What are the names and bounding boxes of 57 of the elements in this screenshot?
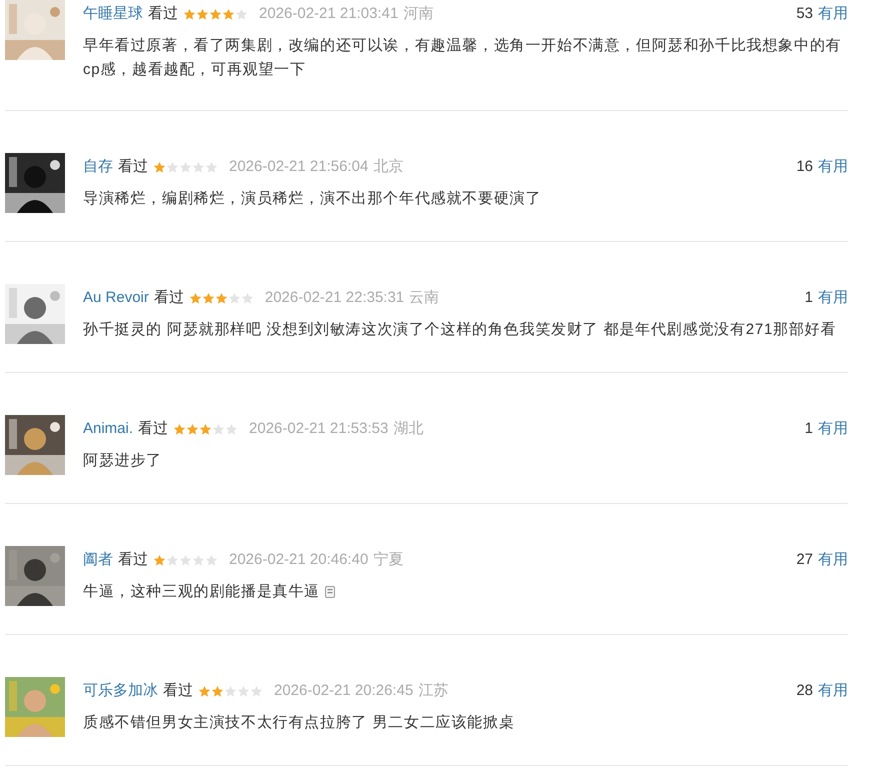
comment-text: 早年看过原著，看了两集剧，改编的还可以诶，有趣温馨，选角一开始不满意，但阿瑟和孙千比我想象中的有cp感，越看越配，可再观望一下 (83, 37, 842, 78)
filled-star-icon (214, 292, 228, 304)
useful-link[interactable]: 有用 (818, 286, 848, 310)
user-name-link[interactable]: 自存 (83, 156, 113, 178)
location: 湖北 (393, 418, 424, 439)
vote-count: 53 (796, 4, 813, 24)
filled-star-icon (188, 292, 202, 304)
filled-star-icon (222, 8, 235, 20)
user-name-link[interactable]: 可乐多加冰 (83, 680, 158, 702)
location: 宁夏 (373, 550, 404, 570)
user-name-link[interactable]: 午睡星球 (83, 2, 143, 26)
vote-count: 27 (796, 550, 813, 570)
comment-time: 2026-02-21 20:26:45 (274, 680, 414, 701)
location: 云南 (409, 288, 440, 308)
useful-link[interactable]: 有用 (818, 680, 848, 702)
useful-link[interactable]: 有用 (818, 548, 848, 572)
filled-star-icon (209, 8, 222, 20)
location: 江苏 (418, 680, 448, 701)
filled-star-icon (196, 8, 209, 20)
watch-status: 看过 (138, 418, 168, 439)
comment-time: 2026-02-21 21:56:04 (229, 156, 368, 177)
location: 北京 (373, 156, 404, 177)
filled-star-icon (153, 160, 166, 174)
location: 河南 (403, 4, 434, 24)
filled-star-icon (198, 684, 211, 698)
filled-star-icon (186, 422, 200, 436)
comment-time: 2026-02-21 21:03:41 (259, 4, 398, 24)
useful-link[interactable]: 有用 (818, 418, 848, 440)
comment-time: 2026-02-21 22:35:31 (264, 288, 404, 308)
vote-count: 1 (804, 418, 813, 439)
useful-link[interactable]: 有用 (818, 156, 848, 178)
filled-star-icon (153, 554, 166, 566)
vote-count: 1 (804, 288, 813, 308)
watch-status: 看过 (118, 156, 148, 177)
user-name-link[interactable]: 阖者 (83, 548, 113, 572)
comment-text: 牛逼，这种三观的剧能播是真牛逼 (83, 583, 320, 600)
vote-count: 16 (796, 156, 813, 177)
filled-star-icon (211, 684, 224, 698)
comment-time: 2026-02-21 20:46:40 (229, 550, 368, 570)
watch-status: 看过 (154, 288, 184, 308)
comment-text: 阿瑟进步了 (83, 452, 162, 469)
filled-star-icon (183, 8, 196, 20)
comment-text: 质感不错但男女主演技不太行有点拉胯了 男二女二应该能掀桌 (83, 714, 515, 731)
vote-count: 28 (796, 680, 813, 701)
useful-link[interactable]: 有用 (818, 2, 848, 26)
filled-star-icon (199, 422, 212, 436)
comment-time: 2026-02-21 21:53:53 (249, 418, 388, 439)
user-name-link[interactable]: Au Revoir (83, 286, 149, 310)
filled-star-icon (202, 292, 215, 304)
comment-text: 孙千挺灵的 阿瑟就那样吧 没想到刘敏涛这次演了个这样的角色我笑发财了 都是年代剧感觉没有271那部好看 (83, 321, 836, 338)
user-name-link[interactable]: Animai. (83, 418, 134, 440)
watch-status: 看过 (148, 4, 178, 24)
watch-status: 看过 (118, 550, 148, 570)
sticker-icon (324, 586, 335, 598)
watch-status: 看过 (163, 680, 193, 701)
filled-star-icon (173, 422, 186, 436)
comment-text: 导演稀烂，编剧稀烂，演员稀烂，演不出那个年代感就不要硬演了 (83, 190, 542, 207)
